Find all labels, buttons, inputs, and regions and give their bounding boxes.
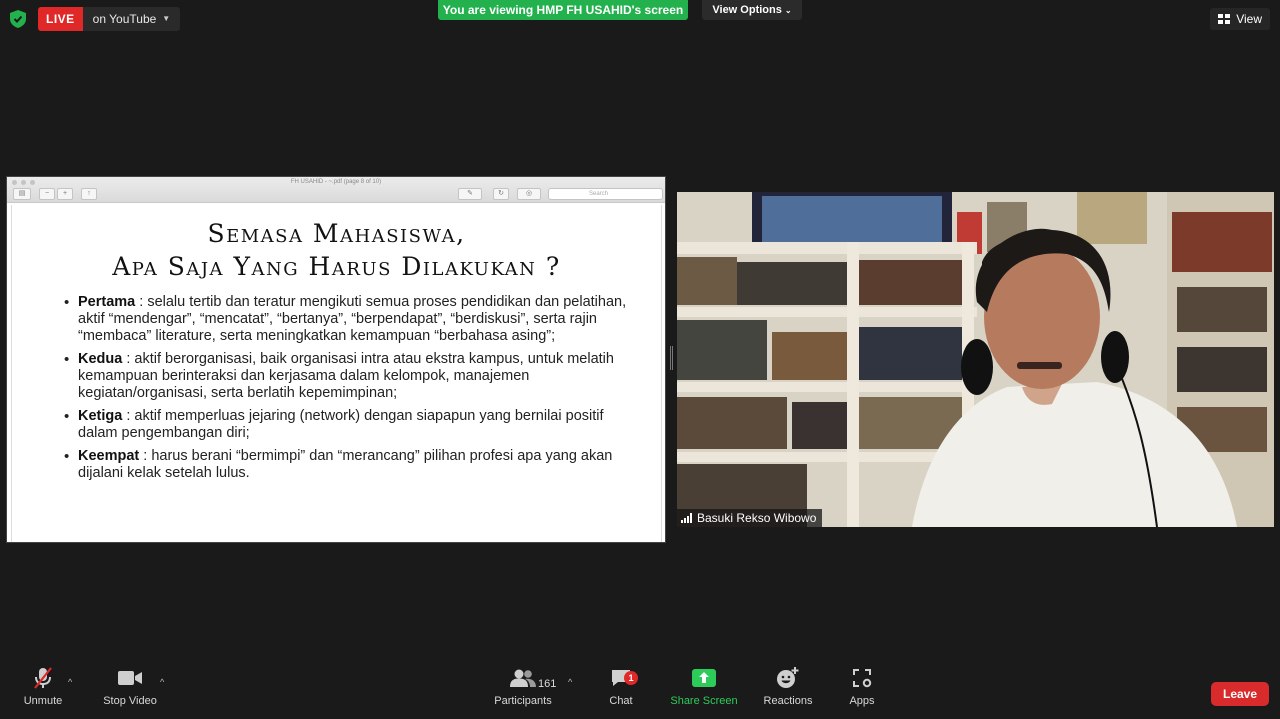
slide-title: Semasa Mahasiswa, Apa Saja Yang Harus Di…: [12, 217, 661, 283]
annotate-icon: ◎: [517, 188, 541, 200]
top-bar: LIVE on YouTube ▼ You are viewing HMP FH…: [0, 0, 1280, 40]
apps-label: Apps: [849, 695, 875, 707]
chevron-down-icon: ⌄: [784, 6, 792, 15]
microphone-muted-icon: [34, 667, 52, 689]
live-badge: LIVE: [38, 7, 83, 31]
live-destination-dropdown[interactable]: on YouTube ▼: [82, 7, 181, 31]
viewing-screen-banner: You are viewing HMP FH USAHID's screen: [438, 0, 688, 20]
video-feed-image: [677, 192, 1274, 527]
participant-name-tag: Basuki Rekso Wibowo: [677, 509, 823, 527]
bullet-term: Ketiga: [78, 408, 123, 424]
presentation-slide: Semasa Mahasiswa, Apa Saja Yang Harus Di…: [11, 205, 662, 542]
bullet-item: Kedua : aktif berorganisasi, baik organi…: [64, 351, 634, 402]
participant-name: Basuki Rekso Wibowo: [697, 511, 817, 525]
pdf-viewer-toolbar: FH USAHID - ~.pdf (page 8 of 10) ▤ − + ↑…: [7, 177, 665, 203]
view-button-label: View: [1236, 12, 1262, 26]
view-button[interactable]: View: [1210, 8, 1270, 30]
zoom-out-icon: −: [39, 188, 55, 200]
unmute-button[interactable]: Unmute: [20, 663, 66, 719]
bullet-term: Pertama: [78, 294, 136, 310]
participants-button[interactable]: Participants: [492, 663, 554, 719]
bullet-text: : aktif memperluas jejaring (network) de…: [78, 408, 604, 441]
chat-label: Chat: [609, 695, 633, 707]
bullet-item: Keempat : harus berani “bermimpi” dan “m…: [64, 448, 634, 482]
participants-icon: [510, 669, 536, 687]
connection-strength-icon: [681, 513, 692, 523]
slide-title-line-1: Semasa Mahasiswa,: [207, 219, 466, 248]
apps-icon: [853, 669, 872, 688]
reactions-smiley-icon: [777, 667, 799, 688]
share-screen-icon: [692, 669, 716, 687]
split-view-divider-handle[interactable]: [670, 346, 673, 370]
participants-count: 161: [538, 678, 557, 690]
view-options-button[interactable]: View Options ⌄: [702, 0, 802, 20]
share-icon: ↑: [81, 188, 97, 200]
reactions-button[interactable]: Reactions: [760, 663, 816, 719]
participants-options-chevron-icon[interactable]: ^: [568, 677, 572, 687]
grid-view-icon: [1218, 14, 1231, 24]
reactions-label: Reactions: [763, 695, 813, 707]
live-stream-indicator[interactable]: LIVE on YouTube ▼: [38, 7, 181, 31]
bullet-term: Kedua: [78, 351, 123, 367]
bullet-term: Keempat: [78, 448, 140, 464]
rotate-icon: ↻: [493, 188, 509, 200]
slide-bullet-list: Pertama : selalu tertib dan teratur meng…: [64, 294, 634, 488]
bullet-item: Pertama : selalu tertib dan teratur meng…: [64, 294, 634, 345]
pdf-search-field: Search: [548, 188, 663, 200]
slide-title-line-2: Apa Saja Yang Harus Dilakukan ?: [112, 252, 561, 281]
shared-screen[interactable]: FH USAHID - ~.pdf (page 8 of 10) ▤ − + ↑…: [6, 176, 666, 543]
audio-options-chevron-icon[interactable]: ^: [68, 677, 72, 687]
bullet-text: : harus berani “bermimpi” dan “merancang…: [78, 448, 613, 481]
unmute-label: Unmute: [23, 695, 63, 707]
live-destination-label: on YouTube: [92, 12, 157, 26]
zoom-in-icon: +: [57, 188, 73, 200]
view-options-label: View Options: [712, 4, 782, 16]
meeting-controls-toolbar: Unmute ^ Stop Video ^ Participants 161 ^: [0, 663, 1280, 719]
share-screen-label: Share Screen: [670, 695, 738, 707]
security-shield-icon[interactable]: [10, 10, 26, 28]
participants-label: Participants: [494, 695, 552, 707]
bullet-item: Ketiga : aktif memperluas jejaring (netw…: [64, 408, 634, 442]
leave-button[interactable]: Leave: [1211, 682, 1269, 706]
bullet-text: : selalu tertib dan teratur mengikuti se…: [78, 294, 627, 344]
video-options-chevron-icon[interactable]: ^: [160, 677, 164, 687]
stop-video-button[interactable]: Stop Video: [100, 663, 160, 719]
stop-video-label: Stop Video: [103, 695, 157, 707]
participant-video-tile[interactable]: [677, 192, 1274, 527]
sidebar-toggle-icon: ▤: [13, 188, 31, 200]
video-camera-icon: [118, 671, 142, 685]
apps-button[interactable]: Apps: [842, 663, 882, 719]
share-screen-button[interactable]: Share Screen: [668, 663, 740, 719]
markup-pen-icon: ✎: [458, 188, 482, 200]
chat-unread-badge: 1: [624, 671, 638, 685]
bullet-text: : aktif berorganisasi, baik organisasi i…: [78, 351, 614, 401]
pdf-window-title: FH USAHID - ~.pdf (page 8 of 10): [290, 179, 382, 185]
caret-down-icon: ▼: [162, 14, 171, 23]
